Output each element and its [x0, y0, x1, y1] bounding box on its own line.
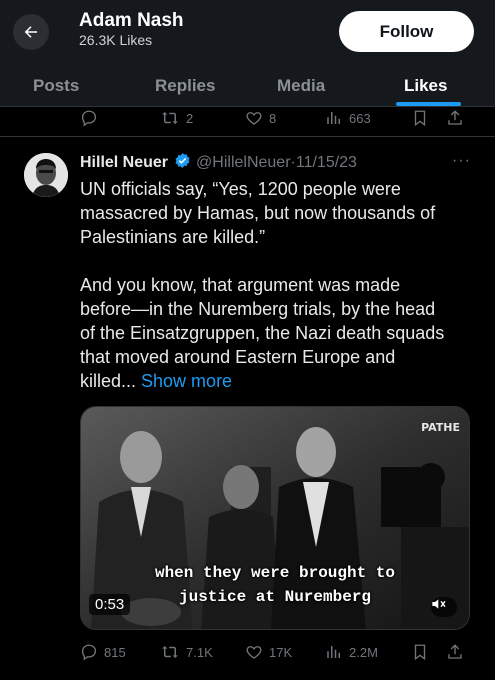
video-caption-line-2: justice at Nuremberg [178, 588, 372, 606]
share-icon [448, 110, 462, 125]
bookmark-button[interactable] [411, 109, 429, 127]
views-count: 663 [349, 110, 371, 126]
video-duration: 0:53 [89, 594, 131, 615]
tweet-body: UN officials say, “Yes, 1200 people were… [80, 177, 480, 393]
tweet-text-line: of the Einsatzgruppen, the Nazi death sq… [80, 323, 445, 343]
repost-icon [162, 646, 178, 658]
bookmark-icon [414, 110, 426, 127]
profile-name: Adam Nash [79, 10, 184, 31]
share-icon [448, 644, 462, 659]
heart-icon [246, 112, 262, 125]
reply-button[interactable]: 815 [80, 643, 126, 661]
views-icon [327, 646, 340, 658]
tweet-date[interactable]: 11/15/23 [296, 154, 357, 172]
more-options-icon[interactable]: ··· [452, 152, 471, 170]
arrow-left-icon [24, 26, 37, 38]
volume-muted-icon [432, 599, 446, 609]
author-photo [24, 153, 68, 197]
tweet-text-line: before—in the Nuremberg trials, by the h… [80, 299, 436, 319]
mute-button[interactable] [431, 597, 457, 617]
follow-button[interactable]: Follow [339, 11, 474, 52]
back-button[interactable] [13, 14, 49, 50]
views-button[interactable]: 2.2M [325, 643, 378, 661]
like-count: 17K [269, 644, 293, 660]
show-more-link[interactable]: Show more [141, 371, 232, 391]
profile-tabs: Posts Replies Media Likes [0, 62, 495, 107]
avatar[interactable] [24, 153, 68, 197]
repost-count: 2 [186, 110, 194, 126]
tab-replies[interactable]: Replies [155, 76, 215, 96]
reply-icon [81, 110, 97, 127]
tab-posts[interactable]: Posts [33, 76, 79, 96]
share-button[interactable] [446, 643, 464, 661]
author-handle[interactable]: @HillelNeuer [196, 154, 291, 172]
tweet-text-line: UN officials say, “Yes, 1200 people were [80, 179, 401, 199]
like-button[interactable]: 17K [245, 643, 292, 661]
repost-button[interactable]: 2 [160, 109, 193, 127]
tab-media[interactable]: Media [277, 76, 325, 96]
heart-icon [246, 646, 262, 659]
video-player[interactable]: PATHE when they were brought to justice … [80, 406, 470, 630]
author-name[interactable]: Hillel Neuer [80, 154, 168, 172]
tweet-text-line: massacred by Hamas, but now thousands of [80, 203, 436, 223]
tweet-header: Hillel Neuer @HillelNeuer · 11/15/23 [80, 152, 475, 174]
profile-header: Adam Nash 26.3K Likes Follow [0, 0, 495, 62]
like-count: 8 [269, 110, 277, 126]
like-button[interactable]: 8 [245, 109, 276, 127]
reply-button[interactable] [80, 109, 98, 127]
previous-post-actions: 2 8 663 [0, 107, 495, 137]
profile-likes-count: 26.3K Likes [79, 32, 153, 48]
tweet-text-line: that moved around Eastern Europe and [80, 347, 396, 367]
tweet-text-line-last: killed... Show more [80, 369, 480, 393]
verified-badge-icon [174, 152, 191, 174]
bookmark-button[interactable] [411, 643, 429, 661]
share-button[interactable] [446, 109, 464, 127]
tweet-text-line: Palestinians are killed.” [80, 227, 266, 247]
tweet-text-line: And you know, that argument was made [80, 275, 401, 295]
reply-count: 815 [104, 644, 126, 660]
views-count: 2.2M [349, 644, 378, 660]
tab-likes[interactable]: Likes [404, 76, 447, 96]
repost-button[interactable]: 7.1K [160, 643, 213, 661]
active-tab-indicator [396, 102, 461, 106]
tweet-actions: 815 7.1K 17K 2.2M [0, 640, 495, 664]
bookmark-icon [414, 644, 426, 661]
views-icon [327, 112, 340, 124]
tweet-text-fragment: killed... [80, 371, 142, 391]
video-caption-line-1: when they were brought to [154, 564, 396, 582]
pathe-watermark: PATHE [421, 421, 460, 434]
repost-icon [162, 112, 178, 124]
repost-count: 7.1K [186, 644, 213, 660]
views-button[interactable]: 663 [325, 109, 371, 127]
reply-icon [81, 644, 97, 661]
